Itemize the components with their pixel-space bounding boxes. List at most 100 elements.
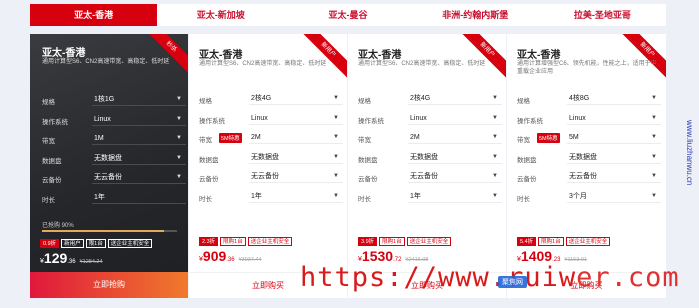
row-os: 操作系统 Linux ▼ [517, 112, 665, 132]
bandwidth-select[interactable]: 5M ▼ [567, 131, 661, 144]
row-label: 带宽 [199, 137, 212, 144]
disk-select[interactable]: 无数据盘 ▼ [567, 151, 661, 164]
row-label: 操作系统 [199, 117, 225, 125]
row-label: 云备份 [42, 177, 62, 184]
row-label: 规格 [199, 98, 212, 105]
price: ¥129.36 ¥1284.24 [40, 250, 103, 268]
original-price: ¥1163.01 [564, 257, 587, 263]
select-value: Linux [410, 114, 427, 122]
gift-badge: 送企业主机安全 [565, 237, 611, 246]
price: ¥909.36 ¥3937.44 [199, 248, 262, 266]
card-desc: 通用计算增强型C6、领先机能，性能之上，适用于中重载企业应用 [517, 61, 657, 75]
spec-select[interactable]: 1核1G ▼ [92, 93, 186, 106]
badge-group: 2.3折 限购1台 送企业主机安全 [199, 237, 293, 246]
price-integer: 909 [202, 248, 227, 264]
buy-now-button[interactable]: 立即购买 [507, 272, 666, 298]
card-title: 亚太-香港 [42, 48, 86, 59]
caret-down-icon: ▼ [333, 114, 339, 121]
row-label: 时长 [199, 195, 212, 203]
row-spec: 规格 2核4G ▼ [358, 92, 506, 112]
row-label: 云备份 [358, 176, 378, 183]
limit-badge: 限1台 [85, 239, 106, 248]
buy-now-button[interactable]: 立即购买 [189, 272, 347, 298]
row-spec: 规格 2核4G ▼ [199, 92, 347, 112]
os-select[interactable]: Linux ▼ [408, 112, 502, 125]
card-title: 亚太-香港 [517, 50, 561, 61]
select-value: 2核4G [251, 95, 272, 102]
tab-asia-hongkong[interactable]: 亚太-香港 [30, 4, 158, 26]
tab-latam-santiago[interactable]: 拉美-圣地亚哥 [539, 4, 666, 26]
disk-select[interactable]: 无数据盘 ▼ [92, 152, 186, 165]
duration-select[interactable]: 3个月 ▼ [567, 190, 661, 203]
limit-badge: 限购1台 [220, 237, 246, 246]
caret-down-icon: ▼ [651, 173, 657, 179]
spec-select[interactable]: 2核4G ▼ [408, 92, 502, 105]
caret-down-icon: ▼ [492, 192, 498, 199]
select-value: 1M [94, 135, 104, 142]
card-desc: 通用计算型S6、CN2高速带宽、高稳定、低时延 [358, 61, 486, 67]
new-user-badge: 新用户 [61, 239, 84, 248]
select-value: 1年 [94, 193, 105, 201]
duration-select[interactable]: 1年 [92, 191, 186, 204]
backup-select[interactable]: 无云备份 ▼ [408, 170, 502, 183]
tab-africa-johannesburg[interactable]: 非洲-约翰内斯堡 [412, 4, 539, 26]
row-label: 规格 [358, 98, 371, 105]
product-card: 新用户 亚太-香港 通用计算型S6、CN2高速带宽、高稳定、低时延 规格 2核4G… [189, 34, 347, 298]
row-label: 带宽 [358, 137, 371, 144]
buy-now-button[interactable]: 立即抢购 [30, 272, 188, 298]
select-value: 5M [569, 134, 579, 141]
tab-asia-singapore[interactable]: 亚太-新加坡 [157, 4, 284, 26]
row-label: 时长 [517, 195, 530, 203]
row-label: 操作系统 [42, 118, 68, 126]
caret-down-icon: ▼ [651, 134, 657, 140]
limit-badge: 限购1台 [538, 237, 564, 246]
row-label: 数据盘 [42, 157, 62, 165]
product-card: 新用户 亚太-香港 通用计算型S6、CN2高速带宽、高稳定、低时延 规格 2核4G… [348, 34, 506, 298]
disk-select[interactable]: 无数据盘 ▼ [408, 151, 502, 164]
product-card-flash: 秒杀 亚太-香港 通用计算型S6、CN2高速带宽、高稳定、低时延 规格 1核1G ▼… [30, 34, 188, 298]
buy-now-button[interactable]: 立即购买 [348, 272, 506, 298]
select-value: 1核1G [94, 96, 115, 103]
duration-select[interactable]: 1年 ▼ [408, 190, 502, 203]
select-value: 4核8G [569, 95, 590, 102]
row-label: 时长 [42, 196, 55, 204]
caret-down-icon: ▼ [651, 114, 657, 121]
os-select[interactable]: Linux ▼ [567, 112, 661, 125]
sold-progress-bar [42, 230, 177, 232]
select-value: 无云备份 [94, 174, 122, 181]
caret-down-icon: ▼ [333, 153, 339, 160]
backup-select[interactable]: 无云备份 ▼ [249, 170, 343, 183]
tab-asia-bangkok[interactable]: 亚太-曼谷 [284, 4, 411, 26]
price-integer: 1530 [361, 248, 394, 264]
row-backup: 云备份 无云备份 ▼ [517, 170, 665, 190]
select-value: 无数据盘 [94, 154, 122, 162]
backup-select[interactable]: 无云备份 ▼ [567, 170, 661, 183]
sold-progress-fill [42, 230, 164, 232]
row-duration: 时长 1年 ▼ [358, 190, 506, 210]
row-label: 带宽 [517, 137, 530, 144]
select-value: 无云备份 [410, 173, 438, 180]
caret-down-icon: ▼ [492, 173, 498, 179]
os-select[interactable]: Linux ▼ [249, 112, 343, 125]
row-label: 时长 [358, 195, 371, 203]
card-desc: 通用计算型S6、CN2高速带宽、高稳定、低时延 [199, 61, 327, 67]
row-backup: 云备份 无云备份 ▼ [199, 170, 347, 190]
os-select[interactable]: Linux ▼ [92, 113, 186, 126]
spec-select[interactable]: 2核4G ▼ [249, 92, 343, 105]
discount-badge: 0.9折 [40, 239, 60, 248]
disk-select[interactable]: 无数据盘 ▼ [249, 151, 343, 164]
duration-select[interactable]: 1年 ▼ [249, 190, 343, 203]
row-label: 数据盘 [199, 156, 219, 164]
site-logo: 聚焦网 [498, 276, 527, 288]
row-label: 数据盘 [517, 156, 537, 164]
region-tabs: 亚太-香港 亚太-新加坡 亚太-曼谷 非洲-约翰内斯堡 拉美-圣地亚哥 [30, 4, 666, 26]
gift-badge: 送企业主机安全 [247, 237, 293, 246]
bandwidth-select[interactable]: 2M ▼ [408, 131, 502, 144]
spec-select[interactable]: 4核8G ▼ [567, 92, 661, 105]
bandwidth-select[interactable]: 2M ▼ [249, 131, 343, 144]
backup-select[interactable]: 无云备份 ▼ [92, 171, 186, 184]
row-os: 操作系统 Linux ▼ [199, 112, 347, 132]
bandwidth-select[interactable]: 1M ▼ [92, 132, 186, 145]
select-value: 2M [410, 134, 420, 141]
select-value: 无数据盘 [569, 153, 597, 161]
